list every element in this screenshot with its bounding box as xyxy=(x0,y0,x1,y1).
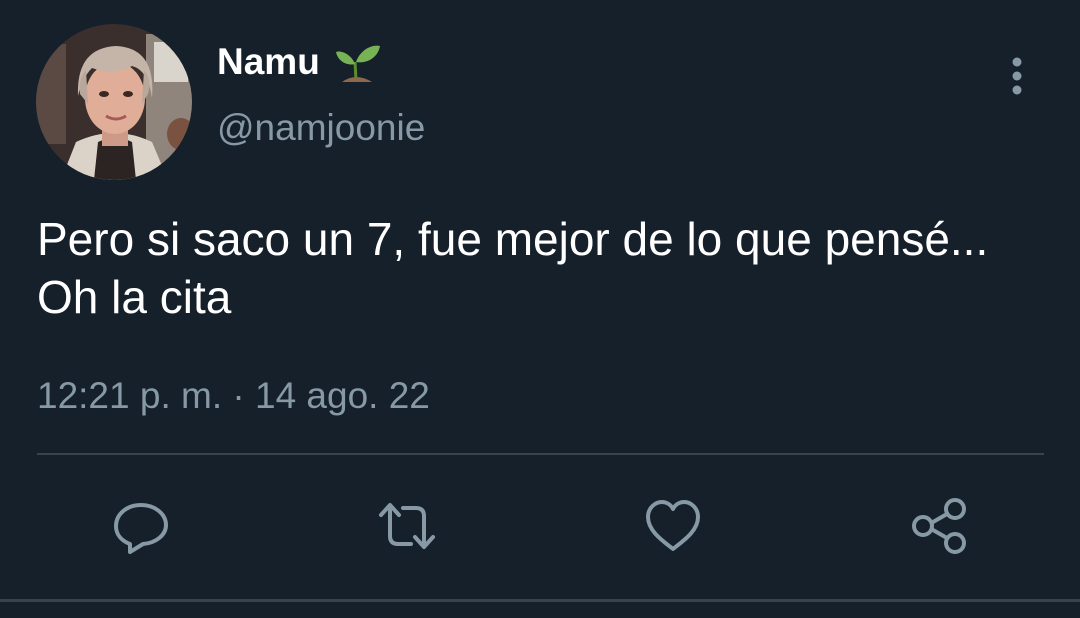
seedling-icon xyxy=(335,45,380,82)
tweet-card: Namu @namjoonie Pero si saco un 7, fue m… xyxy=(0,0,1080,618)
avatar-photo xyxy=(36,24,192,180)
user-name-row: Namu xyxy=(217,40,382,84)
more-vertical-icon[interactable] xyxy=(1002,54,1032,98)
like-button[interactable] xyxy=(643,496,703,556)
avatar[interactable] xyxy=(36,24,192,180)
divider xyxy=(37,453,1044,455)
share-icon xyxy=(912,498,966,554)
bottom-divider xyxy=(0,599,1080,602)
reply-icon xyxy=(114,503,168,554)
share-button[interactable] xyxy=(909,496,969,556)
retweet-button[interactable] xyxy=(377,496,437,556)
retweet-icon xyxy=(379,503,435,549)
user-handle[interactable]: @namjoonie xyxy=(217,106,425,150)
reply-button[interactable] xyxy=(111,496,171,556)
like-icon xyxy=(646,500,700,551)
display-name[interactable]: Namu xyxy=(217,40,320,84)
tweet-timestamp[interactable]: 12:21 p. m. · 14 ago. 22 xyxy=(37,374,430,418)
tweet-text: Pero si saco un 7, fue mejor de lo que p… xyxy=(37,213,989,323)
